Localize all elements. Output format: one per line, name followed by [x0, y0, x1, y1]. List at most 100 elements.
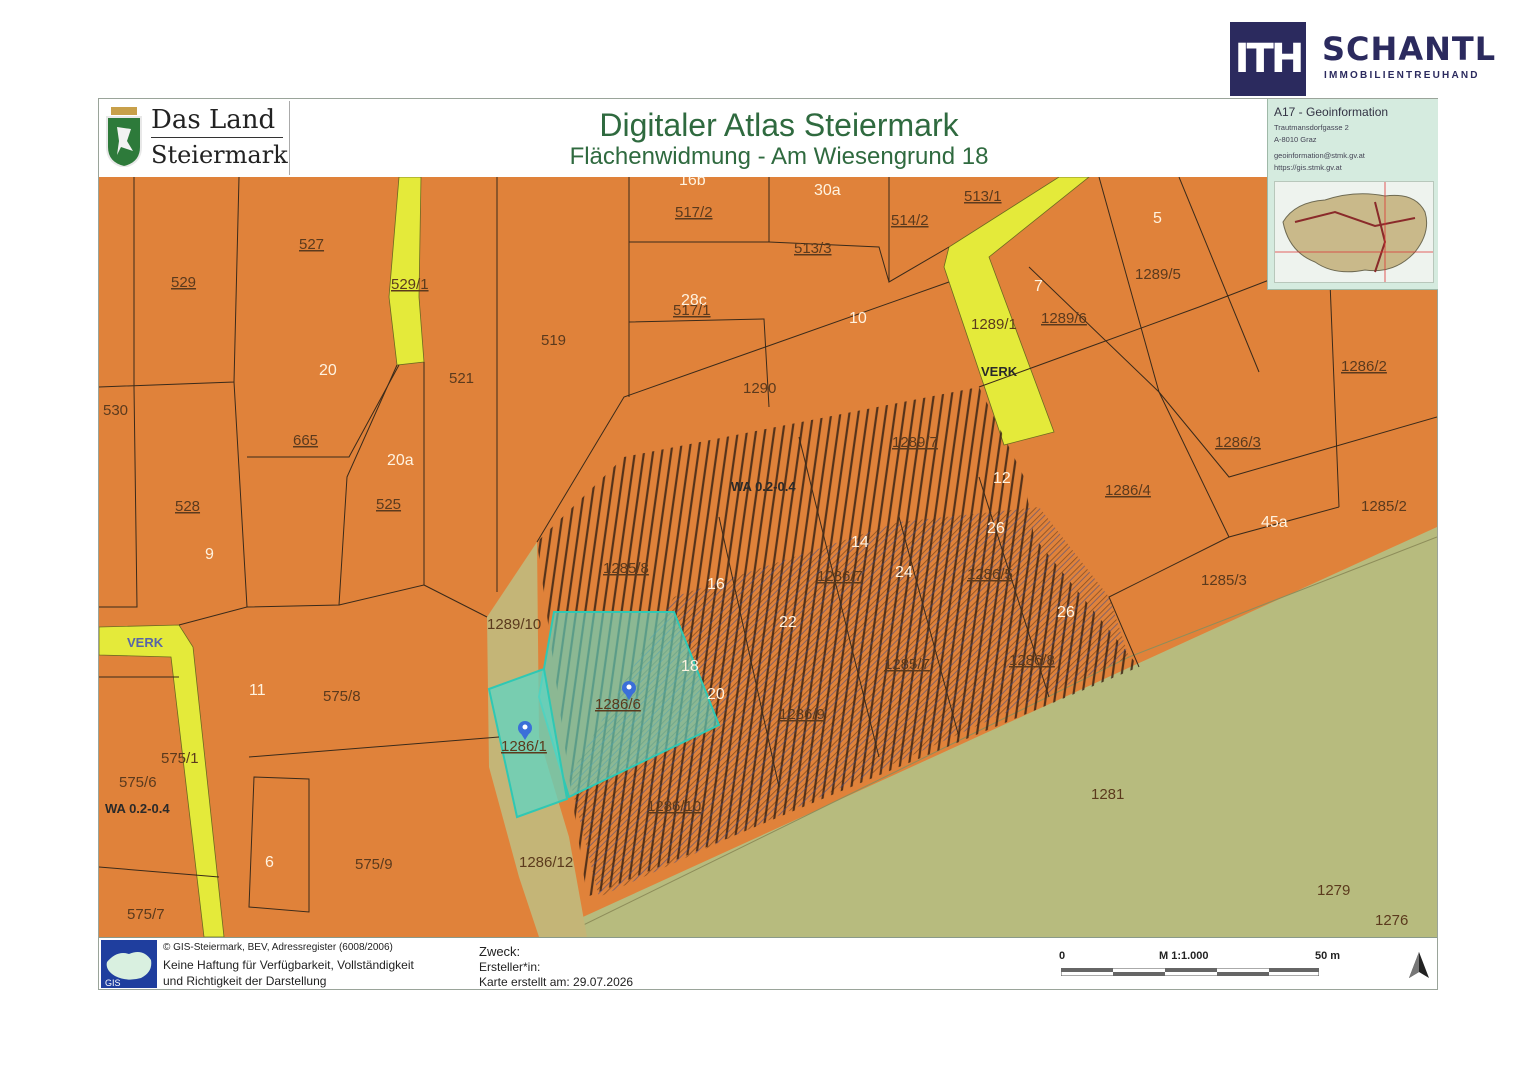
label-529: 529 [171, 274, 196, 291]
label-7: 7 [1034, 278, 1043, 295]
label-517-2: 517/2 [675, 204, 713, 221]
map-sheet: Das Land Steiermark Digitaler Atlas Stei… [98, 98, 1438, 990]
label-1286-10: 1286/10 [647, 798, 701, 815]
svg-text:GIS: GIS [105, 978, 121, 988]
label-1289-7: 1289/7 [892, 434, 938, 451]
label-665: 665 [293, 432, 318, 449]
label-528: 528 [175, 498, 200, 515]
label-1286-4: 1286/4 [1105, 482, 1151, 499]
label-1286-7: 1286/7 [817, 568, 863, 585]
scale-bar [1061, 968, 1319, 976]
label-517-1: 517/1 [673, 302, 711, 319]
map-footer: GIS © GIS-Steiermark, BEV, Adressregiste… [99, 937, 1437, 990]
land-divider [151, 137, 283, 138]
label-1276: 1276 [1375, 912, 1408, 929]
scale-ratio-label: M 1:1.000 [1159, 950, 1209, 962]
map-title: Digitaler Atlas Steiermark [599, 107, 959, 143]
label-519: 519 [541, 332, 566, 349]
label-529-1: 529/1 [391, 276, 429, 293]
brand-subtitle: IMMOBILIENTREUHAND [1324, 70, 1480, 81]
zone-label-wa-center: WA 0.2-0.4 [731, 479, 796, 494]
label-6: 6 [265, 854, 274, 871]
info-address: Trautmansdorfgasse 2 [1274, 123, 1349, 132]
label-575-1: 575/1 [161, 750, 199, 767]
label-1281: 1281 [1091, 786, 1124, 803]
label-1286-3: 1286/3 [1215, 434, 1261, 451]
zone-label-wa-west: WA 0.2-0.4 [105, 801, 170, 816]
disclaimer-line2: und Richtigkeit der Darstellung [163, 974, 327, 988]
label-530: 530 [103, 402, 128, 419]
label-16b: 16b [679, 177, 706, 189]
label-1289-5: 1289/5 [1135, 266, 1181, 283]
label-1286-1: 1286/1 [501, 738, 547, 755]
label-14: 14 [851, 534, 869, 551]
land-line1: Das Land [151, 105, 276, 135]
label-9: 9 [205, 546, 214, 563]
label-1286-6: 1286/6 [595, 696, 641, 713]
map-created-date: Karte erstellt am: 29.07.2026 [479, 975, 634, 989]
label-1290: 1290 [743, 380, 776, 397]
info-box: A17 - Geoinformation Trautmansdorfgasse … [1267, 99, 1438, 290]
gis-steiermark-logo: GIS [101, 940, 157, 988]
disclaimer-line1: Keine Haftung für Verfügbarkeit, Vollstä… [163, 958, 414, 972]
label-20: 20 [319, 362, 337, 379]
label-514-2: 514/2 [891, 212, 929, 229]
label-24: 24 [895, 564, 913, 581]
label-1286-2: 1286/2 [1341, 358, 1387, 375]
scale-start-label: 0 [1059, 950, 1066, 962]
label-16: 16 [707, 576, 725, 593]
scale-end-label: 50 m [1315, 950, 1341, 962]
label-1286-9: 1286/9 [779, 706, 825, 723]
label-20b: 20 [707, 686, 725, 703]
label-513-3: 513/3 [794, 240, 832, 257]
label-1286-5: 1286/5 [967, 566, 1013, 583]
label-1285-3: 1285/3 [1201, 572, 1247, 589]
brand-name: SCHANTL [1322, 30, 1497, 68]
label-45a: 45a [1261, 514, 1288, 531]
label-11: 11 [249, 682, 266, 699]
info-email: geoinformation@stmk.gv.at [1274, 151, 1365, 160]
label-575-6: 575/6 [119, 774, 157, 791]
purpose-label: Zweck: [479, 944, 521, 959]
info-title: A17 - Geoinformation [1274, 105, 1389, 119]
label-1289-6: 1289/6 [1041, 310, 1087, 327]
label-1289-10: 1289/10 [487, 616, 541, 633]
map-subtitle: Flächenwidmung - Am Wiesengrund 18 [569, 143, 989, 170]
label-575-8: 575/8 [323, 688, 361, 705]
copyright-text: © GIS-Steiermark, BEV, Adressregister (6… [163, 942, 393, 953]
label-575-9: 575/9 [355, 856, 393, 873]
label-5: 5 [1153, 210, 1162, 227]
label-10: 10 [849, 310, 867, 327]
label-1286-8: 1286/8 [1009, 652, 1055, 669]
brand-logo: ITH SCHANTL IMMOBILIENTREUHAND [1230, 22, 1520, 96]
label-521: 521 [449, 370, 474, 387]
label-20a: 20a [387, 452, 414, 469]
brand-mark: ITH [1230, 22, 1306, 96]
coat-of-arms-icon [106, 107, 142, 167]
info-city: A-8010 Graz [1274, 135, 1317, 144]
north-arrow-icon [1409, 952, 1429, 978]
overview-map [1274, 181, 1434, 283]
label-1285-8: 1285/8 [603, 560, 649, 577]
label-525: 525 [376, 496, 401, 513]
label-12: 12 [993, 470, 1011, 487]
label-527: 527 [299, 236, 324, 253]
label-1285-7: 1285/7 [884, 656, 930, 673]
label-575-7: 575/7 [127, 906, 165, 923]
label-26b: 26 [1057, 604, 1075, 621]
label-1289-1: 1289/1 [971, 316, 1017, 333]
map-header: Das Land Steiermark Digitaler Atlas Stei… [99, 99, 1439, 177]
land-steiermark-logo: Das Land Steiermark [101, 101, 290, 175]
label-26: 26 [987, 520, 1005, 537]
label-1286-12: 1286/12 [519, 854, 573, 871]
label-30a: 30a [814, 182, 841, 199]
zone-label-verk-east: VERK [981, 364, 1018, 379]
info-url: https://gis.stmk.gv.at [1274, 163, 1342, 172]
land-line2: Steiermark [151, 141, 288, 169]
zoning-map[interactable]: 529 527 529/1 519 517/2 30a 16b 513/3 51… [99, 177, 1437, 937]
label-18: 18 [681, 658, 699, 675]
label-1279: 1279 [1317, 882, 1350, 899]
creator-label: Ersteller*in: [479, 960, 541, 974]
label-1285-2: 1285/2 [1361, 498, 1407, 515]
zone-label-verk-west: VERK [127, 635, 164, 650]
